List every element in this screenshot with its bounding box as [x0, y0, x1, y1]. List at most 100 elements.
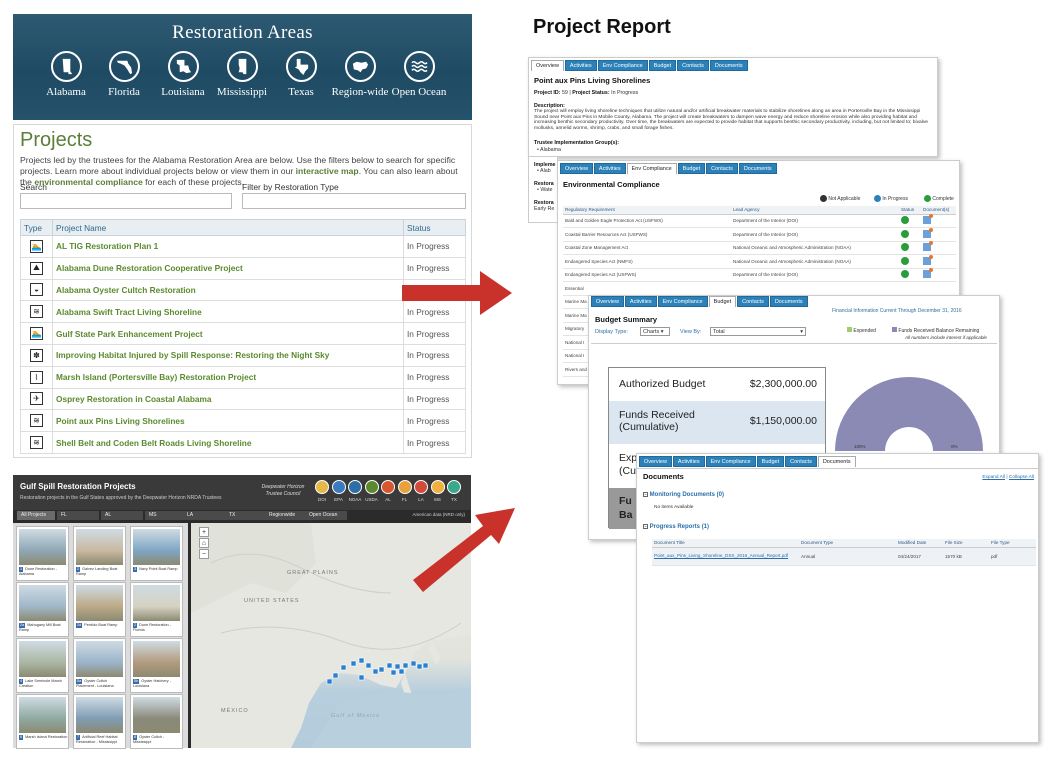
- report-tab[interactable]: Contacts: [677, 60, 709, 71]
- project-row[interactable]: ✈ Osprey Restoration in Coastal Alabama …: [20, 388, 466, 411]
- agency-logo-icon[interactable]: [414, 480, 428, 494]
- area-louisiana[interactable]: Louisiana: [152, 51, 214, 98]
- view-by-select[interactable]: Total ▾: [710, 327, 806, 336]
- project-marker[interactable]: [390, 669, 397, 676]
- project-row[interactable]: ⌇ Marsh Island (Portersville Bay) Restor…: [20, 366, 466, 389]
- project-marker[interactable]: [326, 678, 333, 685]
- project-name-link[interactable]: Alabama Swift Tract Living Shoreline: [52, 300, 404, 324]
- project-marker[interactable]: [398, 668, 405, 675]
- home-button[interactable]: ⌂: [199, 538, 209, 548]
- project-name-link[interactable]: Alabama Dune Restoration Cooperative Pro…: [52, 257, 404, 280]
- report-tab[interactable]: Overview: [639, 456, 672, 467]
- report-tab[interactable]: Overview: [531, 60, 564, 71]
- project-marker[interactable]: [386, 662, 393, 669]
- project-row[interactable]: ≋ Shell Belt and Coden Belt Roads Living…: [20, 431, 466, 454]
- progress-reports-toggle[interactable]: − Progress Reports (1): [643, 524, 709, 531]
- monitoring-documents-toggle[interactable]: − Monitoring Documents (0): [643, 492, 724, 499]
- project-row[interactable]: 🏊 Gulf State Park Enhancement Project In…: [20, 322, 466, 345]
- report-tab[interactable]: Documents: [709, 60, 748, 71]
- report-tab[interactable]: Env Compliance: [626, 163, 677, 174]
- project-marker[interactable]: [402, 662, 409, 669]
- project-row[interactable]: ✽ Improving Habitat Injured by Spill Res…: [20, 344, 466, 367]
- agency-logo-icon[interactable]: [331, 480, 346, 494]
- interactive-map-link[interactable]: interactive map: [296, 166, 359, 176]
- search-input[interactable]: [20, 193, 232, 209]
- project-marker[interactable]: [410, 660, 417, 667]
- agency-logo-icon[interactable]: [381, 480, 395, 494]
- agency-logo-icon[interactable]: [364, 480, 379, 494]
- area-region-wide[interactable]: Region-wide: [329, 51, 391, 98]
- project-name-link[interactable]: Osprey Restoration in Coastal Alabama: [52, 388, 404, 411]
- report-tab[interactable]: Documents: [817, 456, 856, 467]
- report-tab[interactable]: Env Compliance: [705, 456, 756, 467]
- project-marker[interactable]: [365, 662, 372, 669]
- project-name-link[interactable]: Shell Belt and Coden Belt Roads Living S…: [52, 431, 404, 454]
- report-tab[interactable]: Contacts: [706, 163, 738, 174]
- project-row[interactable]: 🏊 AL TIG Restoration Plan 1 In Progress: [20, 235, 466, 258]
- map-filter-tab[interactable]: AL: [101, 511, 143, 520]
- document-icon[interactable]: [923, 227, 933, 238]
- report-tab[interactable]: Budget: [756, 456, 785, 467]
- project-thumbnail[interactable]: 2a Mahogany Mill Boat Ramp: [16, 582, 69, 637]
- project-name-link[interactable]: Improving Habitat Injured by Spill Respo…: [52, 344, 404, 367]
- report-tab[interactable]: Budget: [648, 60, 677, 71]
- project-row[interactable]: ⛰ Alabama Dune Restoration Cooperative P…: [20, 257, 466, 280]
- collapse-all-link[interactable]: Collapse All: [1009, 475, 1034, 480]
- project-row[interactable]: ◒ Alabama Oyster Cultch Restoration: [20, 279, 466, 302]
- report-tab[interactable]: Overview: [560, 163, 593, 174]
- document-icon[interactable]: [923, 241, 933, 252]
- project-marker[interactable]: [332, 672, 339, 679]
- map-filter-tab[interactable]: Open Ocean: [305, 511, 347, 520]
- report-tab[interactable]: Documents: [769, 296, 808, 307]
- project-marker[interactable]: [416, 663, 423, 670]
- area-alabama[interactable]: Alabama: [35, 51, 97, 98]
- agency-logo-icon[interactable]: [397, 480, 412, 494]
- report-tab[interactable]: Contacts: [737, 296, 769, 307]
- column-header-type[interactable]: Type: [20, 219, 53, 236]
- zoom-out-button[interactable]: −: [199, 549, 209, 559]
- map-filter-tab[interactable]: FL: [57, 511, 99, 520]
- project-name-link[interactable]: AL TIG Restoration Plan 1: [52, 235, 404, 258]
- project-marker[interactable]: [358, 657, 365, 664]
- map-filter-tab[interactable]: All Projects: [17, 511, 55, 520]
- project-name-link[interactable]: Marsh Island (Portersville Bay) Restorat…: [52, 366, 404, 389]
- project-marker[interactable]: [340, 664, 347, 671]
- project-thumbnail[interactable]: 1 Dune Restoration - Alabama: [16, 526, 69, 581]
- project-thumbnail[interactable]: 7 Artificial Reef Habitat Restoration - M…: [73, 694, 126, 749]
- column-header-project-name[interactable]: Project Name: [52, 219, 404, 236]
- environmental-compliance-link[interactable]: environmental compliance: [34, 177, 142, 187]
- agency-logo-icon[interactable]: [348, 480, 362, 494]
- project-thumbnail[interactable]: 5b Oyster Hatchery - Louisiana: [130, 638, 183, 693]
- project-row[interactable]: ≋ Alabama Swift Tract Living Shoreline I…: [20, 300, 466, 324]
- report-tab[interactable]: Env Compliance: [657, 296, 708, 307]
- area-texas[interactable]: Texas: [270, 51, 332, 98]
- area-florida[interactable]: Florida: [93, 51, 155, 98]
- report-tab[interactable]: Budget: [677, 163, 706, 174]
- report-tab[interactable]: Overview: [591, 296, 624, 307]
- report-tab[interactable]: Activities: [593, 163, 626, 174]
- map-filter-tab[interactable]: LA: [183, 511, 225, 520]
- area-open-ocean[interactable]: Open Ocean: [388, 51, 450, 98]
- project-thumbnail[interactable]: 5a Oyster Cultch Placement - Louisiana: [73, 638, 126, 693]
- document-icon[interactable]: [923, 268, 933, 279]
- project-marker[interactable]: [372, 668, 379, 675]
- project-name-link[interactable]: Point aux Pins Living Shorelines: [52, 409, 404, 433]
- project-thumbnail[interactable]: 8 Oyster Cultch - Mississippi: [130, 694, 183, 749]
- agency-logo-icon[interactable]: [430, 480, 445, 494]
- project-marker[interactable]: [422, 662, 429, 669]
- project-thumbnail[interactable]: 6 Marsh Island Restoration: [16, 694, 69, 749]
- report-tab[interactable]: Budget: [708, 296, 737, 307]
- project-marker[interactable]: [350, 660, 357, 667]
- project-marker[interactable]: [378, 666, 385, 673]
- report-tab[interactable]: Activities: [672, 456, 705, 467]
- display-type-select[interactable]: Charts ▾: [640, 327, 670, 336]
- map-filter-tab[interactable]: Regionwide: [265, 511, 307, 520]
- project-name-link[interactable]: Alabama Oyster Cultch Restoration: [52, 279, 404, 302]
- zoom-in-button[interactable]: +: [199, 527, 209, 537]
- project-marker[interactable]: [394, 663, 401, 670]
- project-marker[interactable]: [358, 674, 365, 681]
- project-name-link[interactable]: Gulf State Park Enhancement Project: [52, 322, 404, 345]
- project-thumbnail[interactable]: 3 Navy Point Boat Ramp: [130, 526, 183, 581]
- area-mississippi[interactable]: Mississippi: [211, 51, 273, 98]
- project-thumbnail[interactable]: 2d Perdido Boat Ramp: [73, 582, 126, 637]
